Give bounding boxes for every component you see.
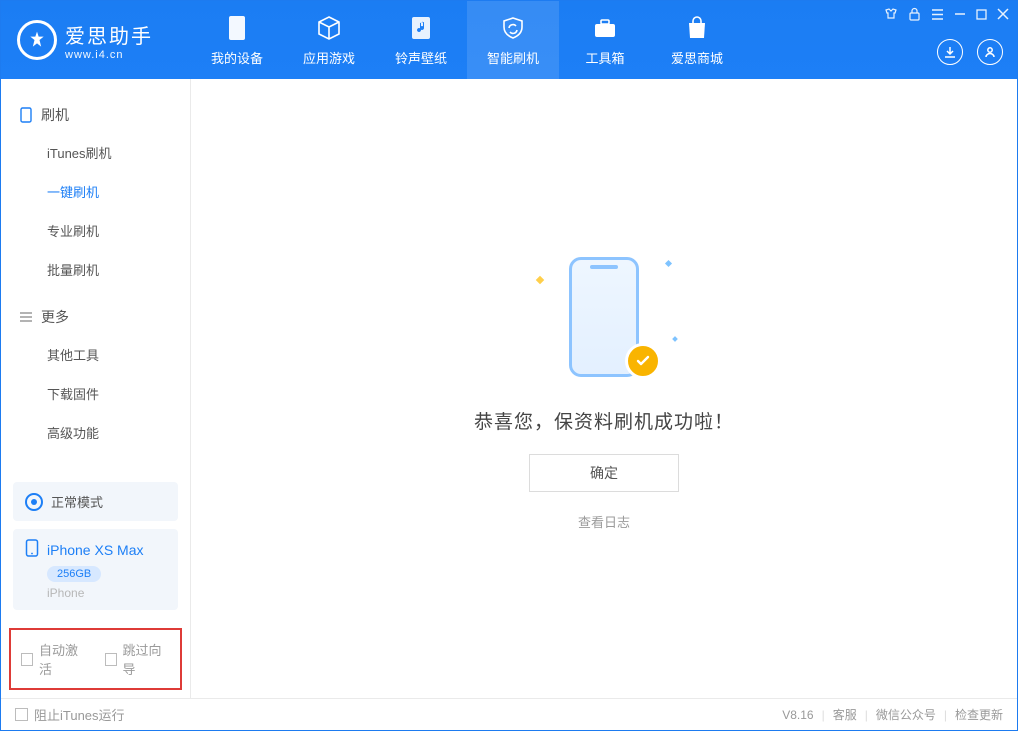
checkbox-auto-activate[interactable]: 自动激活 <box>21 640 87 678</box>
sidebar-item-other-tools[interactable]: 其他工具 <box>1 335 190 374</box>
footer: 阻止iTunes运行 V8.16 | 客服 | 微信公众号 | 检查更新 <box>1 698 1017 730</box>
success-illustration <box>529 247 679 387</box>
tab-smart-flash[interactable]: 智能刷机 <box>467 1 559 79</box>
tab-store[interactable]: 爱思商城 <box>651 1 743 79</box>
device-small-icon <box>19 108 33 122</box>
device-card[interactable]: iPhone XS Max 256GB iPhone <box>13 529 178 610</box>
support-link[interactable]: 客服 <box>833 706 857 723</box>
window-controls <box>884 7 1009 24</box>
checkbox-skip-guide[interactable]: 跳过向导 <box>105 640 171 678</box>
check-update-link[interactable]: 检查更新 <box>955 706 1003 723</box>
sidebar-item-batch-flash[interactable]: 批量刷机 <box>1 250 190 289</box>
checkbox-icon <box>15 708 28 721</box>
checkbox-icon <box>105 653 117 666</box>
body: 刷机 iTunes刷机 一键刷机 专业刷机 批量刷机 更多 其他工具 下载固件 … <box>1 79 1017 698</box>
mode-normal-icon <box>25 493 43 511</box>
lock-icon[interactable] <box>908 7 921 24</box>
view-log-link[interactable]: 查看日志 <box>578 512 630 531</box>
music-file-icon <box>407 14 435 42</box>
tab-my-device[interactable]: 我的设备 <box>191 1 283 79</box>
header: 爱思助手 www.i4.cn 我的设备 应用游戏 铃声壁纸 智能刷机 <box>1 1 1017 79</box>
close-button[interactable] <box>997 8 1009 23</box>
success-message: 恭喜您，保资料刷机成功啦！ <box>474 407 734 434</box>
mode-card[interactable]: 正常模式 <box>13 482 178 521</box>
wechat-link[interactable]: 微信公众号 <box>876 706 936 723</box>
header-actions <box>937 39 1003 65</box>
tab-apps-games[interactable]: 应用游戏 <box>283 1 375 79</box>
app-url: www.i4.cn <box>65 49 153 61</box>
version-label: V8.16 <box>782 708 813 722</box>
sidebar-item-pro-flash[interactable]: 专业刷机 <box>1 211 190 250</box>
sidebar-item-download-firmware[interactable]: 下载固件 <box>1 374 190 413</box>
checkbox-icon <box>21 653 33 666</box>
main-tabs: 我的设备 应用游戏 铃声壁纸 智能刷机 工具箱 爱思商城 <box>191 1 743 79</box>
tab-ringtones[interactable]: 铃声壁纸 <box>375 1 467 79</box>
maximize-button[interactable] <box>976 8 987 23</box>
device-name: iPhone XS Max <box>47 542 144 558</box>
check-badge-icon <box>625 343 661 379</box>
sidebar-item-itunes-flash[interactable]: iTunes刷机 <box>1 133 190 172</box>
options-highlight-box: 自动激活 跳过向导 <box>9 628 182 690</box>
app-window: 爱思助手 www.i4.cn 我的设备 应用游戏 铃声壁纸 智能刷机 <box>0 0 1018 731</box>
more-icon <box>19 310 33 324</box>
sidebar-item-advanced[interactable]: 高级功能 <box>1 413 190 452</box>
menu-icon[interactable] <box>931 8 944 24</box>
shirt-icon[interactable] <box>884 7 898 24</box>
bag-icon <box>683 14 711 42</box>
sparkle-icon <box>672 336 678 342</box>
device-storage: 256GB <box>47 566 101 582</box>
cube-icon <box>315 14 343 42</box>
checkbox-block-itunes[interactable]: 阻止iTunes运行 <box>15 705 125 724</box>
device-phone-icon <box>25 539 39 560</box>
download-button[interactable] <box>937 39 963 65</box>
sidebar: 刷机 iTunes刷机 一键刷机 专业刷机 批量刷机 更多 其他工具 下载固件 … <box>1 79 191 698</box>
sidebar-group-flash: 刷机 <box>1 97 190 133</box>
sidebar-group-more: 更多 <box>1 299 190 335</box>
main-panel: 恭喜您，保资料刷机成功啦！ 确定 查看日志 <box>191 79 1017 698</box>
device-type: iPhone <box>47 586 166 600</box>
sparkle-icon <box>536 275 544 283</box>
minimize-button[interactable] <box>954 8 966 23</box>
toolbox-icon <box>591 14 619 42</box>
app-name: 爱思助手 <box>65 20 153 49</box>
logo: 爱思助手 www.i4.cn <box>1 20 191 61</box>
sidebar-item-oneclick-flash[interactable]: 一键刷机 <box>1 172 190 211</box>
tab-toolbox[interactable]: 工具箱 <box>559 1 651 79</box>
mode-label: 正常模式 <box>51 492 103 511</box>
logo-icon <box>17 20 57 60</box>
confirm-button[interactable]: 确定 <box>529 454 679 492</box>
user-button[interactable] <box>977 39 1003 65</box>
sparkle-icon <box>665 259 672 266</box>
refresh-shield-icon <box>499 14 527 42</box>
phone-icon <box>223 14 251 42</box>
